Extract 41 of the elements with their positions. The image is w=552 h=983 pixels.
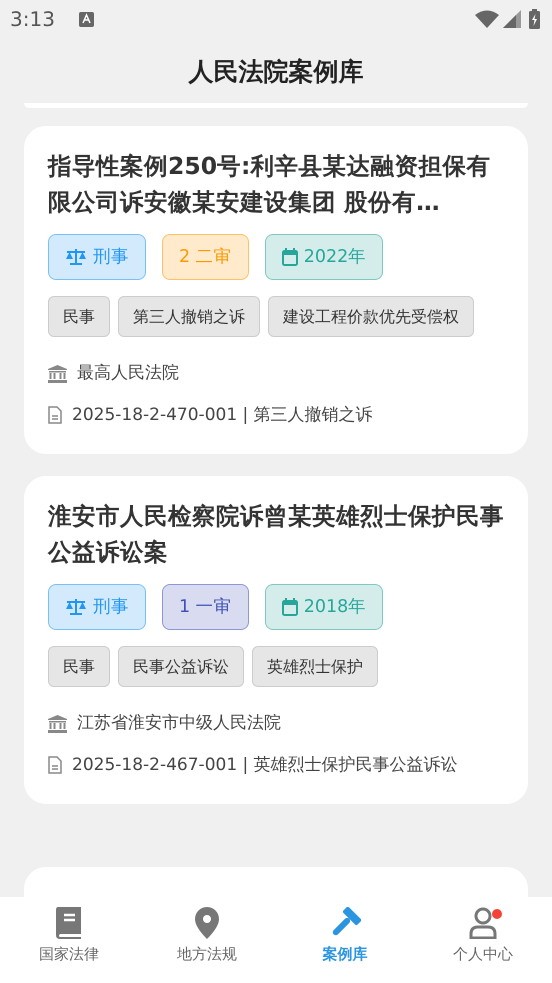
trial-badge: 2 二审 [162,234,249,280]
scale-icon [65,248,87,266]
trial-badge: 1 一审 [162,584,249,630]
nav-tab[interactable]: 个人中心 [414,897,552,983]
court-name: 江苏省淮安市中级人民法院 [77,712,281,735]
category-badge: 刑事 [48,584,146,630]
page-title: 人民法院案例库 [188,56,364,88]
wifi-icon [475,10,499,28]
calendar-icon [282,598,298,616]
tag: 建设工程价款优先受偿权 [268,296,474,337]
case-card[interactable]: 淮安市人民检察院诉曾某英雄烈士保护民事公益诉讼案 刑事 1 一审 2018年 民事 民事公益诉讼 英雄烈士保护 江苏省淮安市中级人民法院 2025-18-2-467-001 | 英雄烈士保护民事公益诉讼 [24,476,528,804]
tag: 民事 [48,646,110,687]
court-name: 最高人民法院 [77,362,179,385]
book-icon [55,907,83,939]
year-badge: 2022年 [264,234,384,280]
year-badge: 2018年 [264,584,384,630]
case-number: 2025-18-2-470-001 | 第三人撤销之诉 [72,404,373,426]
tag: 民事公益诉讼 [118,646,244,687]
tag: 民事 [48,296,110,337]
courthouse-icon [48,714,67,733]
location-pin-icon [195,907,219,939]
case-title: 指导性案例250号:利辛县某达融资担保有限公司诉安徽某安建设集团 股份有… [48,151,492,218]
nav-tab[interactable]: 案例库 [276,897,414,983]
case-number: 2025-18-2-467-001 | 英雄烈士保护民事公益诉讼 [72,754,458,776]
tag: 英雄烈士保护 [252,646,378,687]
document-icon [48,406,62,424]
status-time: 3:13 [10,6,55,33]
keyboard-icon [78,12,94,26]
courthouse-icon [48,364,67,383]
document-icon [48,756,62,774]
nav-tab[interactable]: 国家法律 [0,897,138,983]
scale-icon [65,598,87,616]
tag: 第三人撤销之诉 [118,296,260,337]
calendar-icon [282,248,298,266]
person-icon [469,907,497,939]
nav-tab[interactable]: 地方法规 [138,897,276,983]
category-badge: 刑事 [48,234,146,280]
battery-icon [529,9,540,29]
case-card[interactable]: 指导性案例250号:利辛县某达融资担保有限公司诉安徽某安建设集团 股份有… 刑事 2 二审 2022年 民事 第三人撤销之诉 建设工程价款优先受偿权 最高人民法院 2025-18-2-470-001 | 第三人撤销之诉 [24,126,528,454]
signal-icon [503,10,521,28]
case-title: 淮安市人民检察院诉曾某英雄烈士保护民事公益诉讼案 [48,501,504,568]
